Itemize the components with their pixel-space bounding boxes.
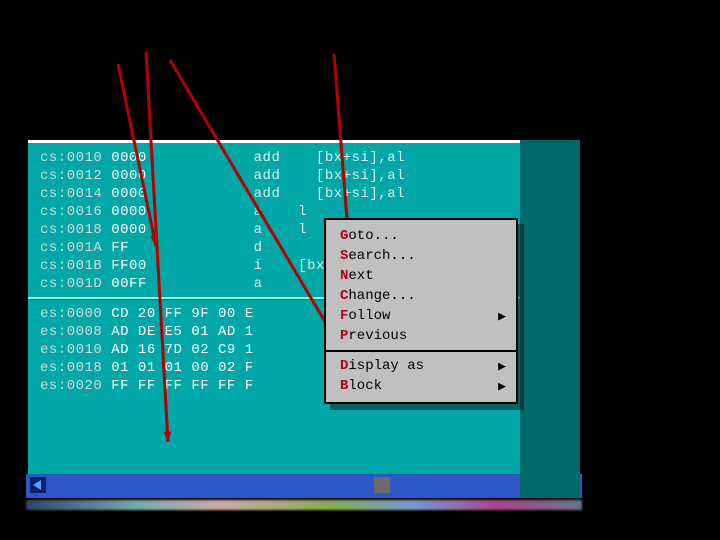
menu-item-block[interactable]: Block▶ [326, 376, 516, 396]
scroll-thumb[interactable] [374, 477, 390, 493]
menu-item-previous[interactable]: Previous [326, 326, 516, 346]
menu-item-goto[interactable]: Goto... [326, 226, 516, 246]
taskbar-fragment [26, 500, 582, 510]
menu-item-display-as[interactable]: Display as▶ [326, 356, 516, 376]
scroll-left-icon[interactable] [30, 477, 46, 493]
disasm-row[interactable]: cs:0012 0000 add [bx+si],al [40, 167, 568, 185]
submenu-arrow-icon: ▶ [498, 358, 506, 376]
menu-separator [326, 350, 516, 352]
menu-item-search[interactable]: Search... [326, 246, 516, 266]
right-shadow-column [520, 140, 580, 498]
disasm-row[interactable]: cs:0014 0000 add [bx+si],al [40, 185, 568, 203]
menu-item-change[interactable]: Change... [326, 286, 516, 306]
context-menu: Goto...Search...NextChange...Follow▶Prev… [324, 218, 518, 404]
menu-item-follow[interactable]: Follow▶ [326, 306, 516, 326]
submenu-arrow-icon: ▶ [498, 308, 506, 326]
status-bar [26, 474, 582, 498]
menu-item-next[interactable]: Next [326, 266, 516, 286]
disasm-row[interactable]: cs:0010 0000 add [bx+si],al [40, 149, 568, 167]
submenu-arrow-icon: ▶ [498, 378, 506, 396]
